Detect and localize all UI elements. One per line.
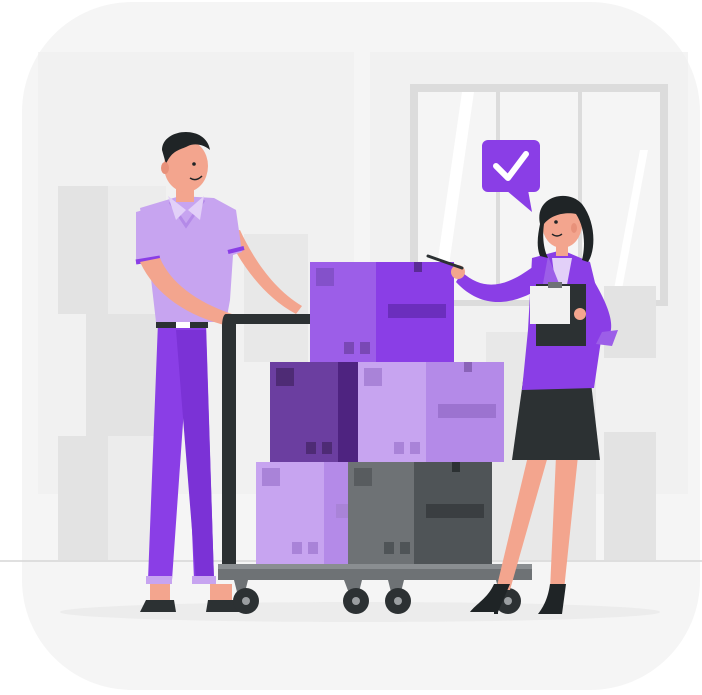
- illustration-scene: [0, 0, 702, 695]
- box-middle-left: [270, 362, 360, 462]
- box-bottom-right: [348, 462, 492, 564]
- box-top: [310, 262, 454, 362]
- warehouse-illustration: [0, 2, 702, 690]
- box-middle-right: [358, 362, 504, 462]
- box-bottom-left: [256, 462, 350, 564]
